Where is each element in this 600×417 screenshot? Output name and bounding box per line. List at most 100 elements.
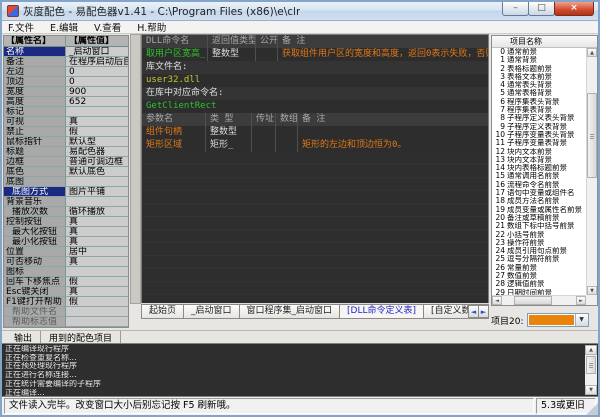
property-value[interactable]: 900 (66, 87, 128, 97)
property-value[interactable]: 0 (66, 67, 128, 77)
property-row[interactable]: 位置居中 (4, 247, 128, 257)
list-item[interactable]: 20备注或草稿前景 (492, 214, 586, 222)
property-row[interactable]: 可否移动真 (4, 257, 128, 267)
property-value[interactable]: 真 (66, 117, 128, 127)
library-name-value[interactable]: user32.dll (142, 74, 488, 87)
list-vertical-scrollbar[interactable]: ▲ ▼ (586, 48, 597, 295)
menu-item[interactable]: F.文件 (8, 20, 34, 34)
property-value[interactable]: 真 (66, 217, 128, 227)
list-item[interactable]: 18成员方法名前景 (492, 197, 586, 205)
scroll-up-icon[interactable]: ▲ (587, 48, 597, 57)
property-row[interactable]: 禁止假 (4, 127, 128, 137)
list-item[interactable]: 12块内文本前景 (492, 148, 586, 156)
property-row[interactable]: 帮助标志值 (4, 317, 128, 327)
list-item[interactable]: 1通常背景 (492, 56, 586, 64)
list-item[interactable]: 17语句中变量或组件名 (492, 189, 586, 197)
property-value[interactable]: 假 (66, 127, 128, 137)
list-item[interactable]: 27数值前景 (492, 272, 586, 280)
property-value[interactable] (66, 267, 128, 277)
minimize-button[interactable]: – (502, 2, 529, 16)
list-item[interactable]: 15通常调用名前景 (492, 172, 586, 180)
property-row[interactable]: 边框普通可调边框 (4, 157, 128, 167)
chevron-down-icon[interactable]: ▼ (575, 314, 588, 326)
property-row[interactable]: 宽度900 (4, 87, 128, 97)
list-item[interactable]: 5通常表格背景 (492, 89, 586, 97)
property-row[interactable]: 左边0 (4, 67, 128, 77)
close-button[interactable]: × (554, 2, 594, 16)
property-value[interactable]: 普通可调边框 (66, 157, 128, 167)
property-row[interactable]: 帮助文件名 (4, 307, 128, 317)
property-value[interactable]: 假 (66, 297, 128, 307)
dll-definition-table[interactable]: DLL命令名返回值类型公开备 注取用户区宽高_整数型获取组件用户区的宽度和高度，… (141, 34, 489, 304)
list-item[interactable]: 3表格文本前景 (492, 73, 586, 81)
list-item[interactable]: 10子程序变量表头背景 (492, 131, 586, 139)
property-value[interactable] (66, 197, 128, 207)
list-item[interactable]: 7程序集表背景 (492, 106, 586, 114)
list-item[interactable]: 22小括号前景 (492, 231, 586, 239)
list-item[interactable]: 19成员变量或属性名前景 (492, 206, 586, 214)
property-value[interactable]: 默认底色 (66, 167, 128, 177)
list-item[interactable]: 16流程命令名前景 (492, 181, 586, 189)
property-row[interactable]: 底图 (4, 177, 128, 187)
property-row[interactable]: 最小化按钮真 (4, 237, 128, 247)
property-row[interactable]: 高度652 (4, 97, 128, 107)
property-value[interactable]: 真 (66, 237, 128, 247)
list-item[interactable]: 26常量前景 (492, 264, 586, 272)
property-value[interactable] (66, 317, 128, 327)
property-value[interactable] (66, 177, 128, 187)
table-data-row[interactable]: 组件句柄整数型 (142, 126, 488, 139)
property-value[interactable]: 真 (66, 227, 128, 237)
property-value[interactable]: 652 (66, 97, 128, 107)
output-vertical-scrollbar[interactable]: ▲ ▼ (585, 345, 597, 395)
editor-tab[interactable]: _启动窗口 (183, 304, 240, 319)
output-tab[interactable]: 输出 (6, 331, 41, 344)
property-row[interactable]: 可视真 (4, 117, 128, 127)
list-item[interactable]: 6程序集表头背景 (492, 98, 586, 106)
property-row[interactable]: Esc键关闭真 (4, 287, 128, 297)
scroll-down-icon[interactable]: ▼ (587, 286, 597, 295)
property-row[interactable]: 背景音乐 (4, 197, 128, 207)
editor-tab[interactable]: 窗口程序集_启动窗口 (239, 304, 341, 319)
editor-tab[interactable]: 起始页 (141, 304, 184, 319)
property-value[interactable] (66, 107, 128, 117)
property-row[interactable]: 标记 (4, 107, 128, 117)
property-value[interactable]: 居中 (66, 247, 128, 257)
property-value[interactable] (66, 307, 128, 317)
menu-item[interactable]: H.帮助 (137, 20, 166, 34)
editor-tab[interactable]: [DLL命令定义表] (339, 304, 424, 319)
property-value[interactable]: 易配色器 (66, 147, 128, 157)
property-row[interactable]: 底图方式图片平铺 (4, 187, 128, 197)
resize-grip-icon[interactable] (586, 403, 598, 415)
property-value[interactable]: 图片平铺 (66, 187, 128, 197)
property-row[interactable]: 回车下移焦点假 (4, 277, 128, 287)
scrollbar-thumb[interactable] (586, 356, 596, 374)
property-row[interactable]: 图标 (4, 267, 128, 277)
list-item[interactable]: 13块内文本背景 (492, 156, 586, 164)
list-item[interactable]: 21数组下标中括号前景 (492, 222, 586, 230)
property-row[interactable]: 顶边0 (4, 77, 128, 87)
list-item[interactable]: 28逻辑值前景 (492, 280, 586, 288)
property-row[interactable]: 播放次数循环播放 (4, 207, 128, 217)
list-item[interactable]: 14块内表格标题前景 (492, 164, 586, 172)
color-combobox[interactable]: ▼ (527, 313, 589, 327)
property-value[interactable]: 在程序启动后自 (66, 57, 128, 67)
list-horizontal-scrollbar[interactable]: ◄ ► (492, 295, 586, 305)
property-value[interactable]: 真 (66, 287, 128, 297)
list-item[interactable]: 4通常表头背景 (492, 81, 586, 89)
list-item[interactable]: 0通常前景 (492, 48, 586, 56)
api-name-value[interactable]: GetClientRect (142, 100, 488, 113)
property-value[interactable]: 0 (66, 77, 128, 87)
scroll-left-icon[interactable]: ◄ (492, 296, 502, 305)
property-row[interactable]: 底色默认底色 (4, 167, 128, 177)
list-item[interactable]: 2表格标题前景 (492, 65, 586, 73)
property-row[interactable]: 鼠标指针默认型 (4, 137, 128, 147)
property-row[interactable]: 标题易配色器 (4, 147, 128, 157)
property-value[interactable]: 默认型 (66, 137, 128, 147)
scroll-up-icon[interactable]: ▲ (585, 345, 597, 355)
scroll-down-icon[interactable]: ▼ (585, 385, 597, 395)
list-item[interactable]: 8子程序定义表头背景 (492, 114, 586, 122)
maximize-button[interactable]: □ (528, 2, 555, 16)
list-item[interactable]: 24成员引用句点前景 (492, 247, 586, 255)
table-data-row[interactable]: 矩形区域矩形_矩形的左边和顶边恒为0。 (142, 139, 488, 152)
property-row[interactable]: 最大化按钮真 (4, 227, 128, 237)
